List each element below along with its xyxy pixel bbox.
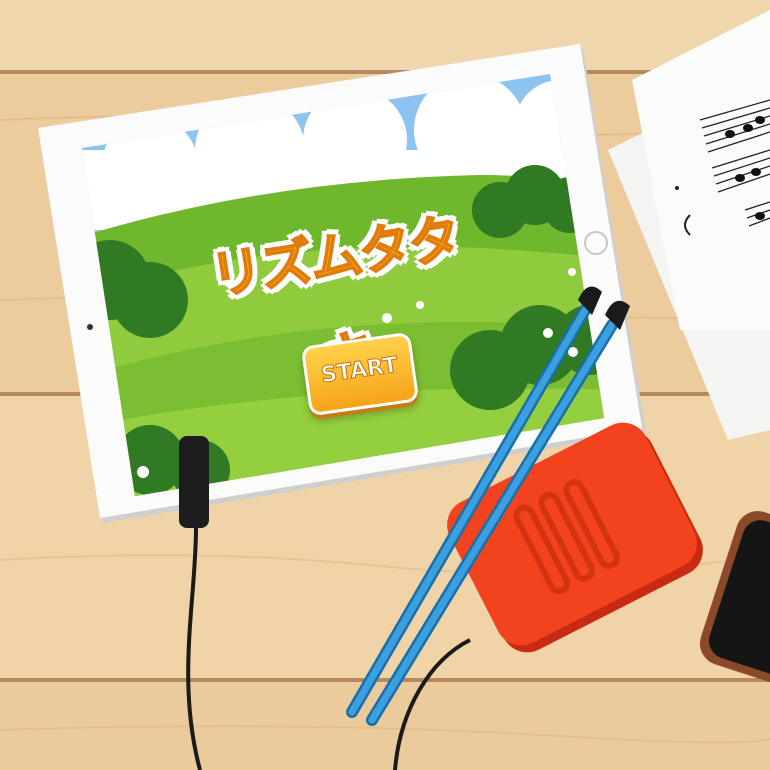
audio-jack <box>179 436 209 528</box>
photo-scene: リズムタタキ START <box>0 0 770 770</box>
camera-icon <box>87 324 93 330</box>
